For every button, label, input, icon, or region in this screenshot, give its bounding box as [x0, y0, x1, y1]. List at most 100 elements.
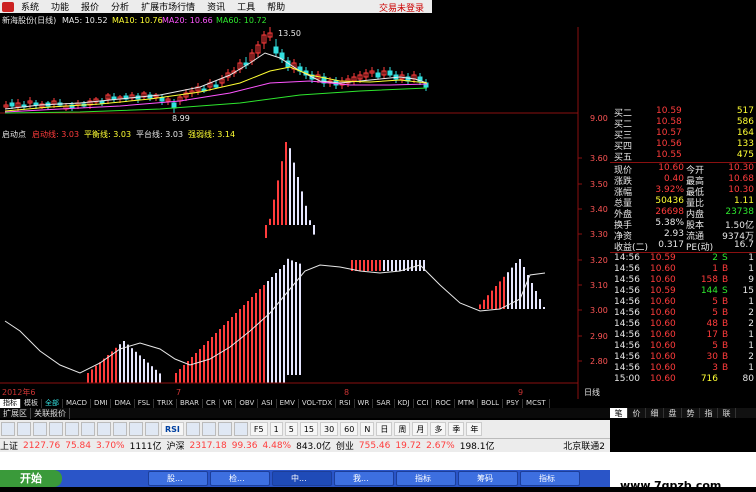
right-tab[interactable]: 笔: [610, 408, 628, 418]
period-button[interactable]: 1: [269, 422, 283, 436]
window-icon[interactable]: [129, 422, 143, 436]
index-change: 99.36: [231, 440, 258, 451]
indicator-tabs: 指标 模板 全部 MACD DMI DMA FSL TRIX BRAR CR VR OBV ASI EMV…: [0, 399, 610, 408]
calc-icon[interactable]: [97, 422, 111, 436]
indicator-tab[interactable]: MCST: [523, 399, 550, 408]
forward-icon[interactable]: [17, 422, 31, 436]
indicator-tab[interactable]: KDJ: [395, 399, 414, 408]
ind-start-val: 启动线: 3.03: [32, 129, 79, 139]
rsi-button[interactable]: RSI: [161, 422, 184, 436]
indicator-tab[interactable]: TRIX: [154, 399, 177, 408]
stat-value: 26698: [655, 207, 684, 217]
period-button[interactable]: 日: [376, 422, 393, 436]
indicator-tab[interactable]: BRAR: [177, 399, 203, 408]
chart-icon[interactable]: [49, 422, 63, 436]
period-button[interactable]: 多: [430, 422, 447, 436]
indicator-tab[interactable]: WR: [355, 399, 374, 408]
indicator-tab[interactable]: CR: [203, 399, 220, 408]
indicator-tab[interactable]: DMA: [111, 399, 135, 408]
index-name[interactable]: 沪深: [167, 439, 185, 452]
tick-row: 14:56 10.60 158 B 9: [610, 275, 756, 286]
indicator-tab[interactable]: BOLL: [478, 399, 504, 408]
report-icon[interactable]: [113, 422, 127, 436]
indicator-tab[interactable]: ROC: [432, 399, 455, 408]
indicator-tab[interactable]: FSL: [135, 399, 154, 408]
chart-area[interactable]: 新海股份(日线) MA5: 10.52 MA10: 10.76 MA20: 10…: [0, 13, 610, 415]
order-book-volume: 133: [736, 139, 754, 149]
indicator-tab[interactable]: MTM: [455, 399, 479, 408]
taskbar-window-button[interactable]: 中...: [272, 471, 332, 486]
taskbar-window-button[interactable]: 股...: [148, 471, 208, 486]
tick-side: S: [722, 286, 728, 296]
indicator-tab[interactable]: SAR: [373, 399, 395, 408]
move-icon[interactable]: [201, 422, 216, 436]
layout-icon[interactable]: [145, 422, 159, 436]
period-button[interactable]: 5: [284, 422, 298, 436]
tab-related-quote[interactable]: 关联报价: [31, 407, 70, 419]
taskbar-window-button[interactable]: 我...: [334, 471, 394, 486]
indicator-tab[interactable]: EMV: [277, 399, 299, 408]
period-button[interactable]: N: [360, 422, 375, 436]
stat-row: 现价 10.60 今开 10.30: [610, 163, 756, 176]
index-name[interactable]: 创业: [336, 439, 354, 452]
tick-volume: 716: [700, 374, 718, 384]
right-tab[interactable]: 细: [646, 408, 664, 418]
period-label[interactable]: 日线: [584, 387, 600, 397]
period-button[interactable]: 15: [299, 422, 318, 436]
stat-value: 2.93: [663, 229, 684, 239]
zoom-icon[interactable]: [185, 422, 200, 436]
stat-value: 10.60: [658, 163, 684, 173]
indicator-tab[interactable]: VOL-TDX: [299, 399, 337, 408]
menu-item-function[interactable]: 功能: [46, 0, 76, 13]
period-button[interactable]: 30: [319, 422, 339, 436]
right-tab[interactable]: 价: [628, 408, 646, 418]
grid-icon[interactable]: [65, 422, 79, 436]
ma5-label: MA5: 10.52: [62, 16, 108, 25]
back-icon[interactable]: [1, 422, 15, 436]
ticker-right[interactable]: 北京联通2: [563, 439, 605, 452]
right-tab[interactable]: 势: [682, 408, 700, 418]
period-button[interactable]: 周: [394, 422, 411, 436]
indicator-tab[interactable]: CCI: [414, 399, 433, 408]
period-button[interactable]: 季: [448, 422, 465, 436]
tick-row: 14:56 10.60 5 B 2: [610, 308, 756, 319]
menu-item-quote[interactable]: 报价: [76, 0, 106, 13]
indicator-tab[interactable]: RSI: [336, 399, 355, 408]
indicator-tab[interactable]: ASI: [258, 399, 277, 408]
menu-item-info[interactable]: 资讯: [202, 0, 232, 13]
search-icon[interactable]: [217, 422, 232, 436]
menu-item-tools[interactable]: 工具: [232, 0, 262, 13]
right-tab[interactable]: 盘: [664, 408, 682, 418]
menu-item-analysis[interactable]: 分析: [106, 0, 136, 13]
period-button[interactable]: 月: [412, 422, 429, 436]
draw-icon[interactable]: [233, 422, 248, 436]
indicator-bars: [87, 142, 545, 383]
stat-row: 外盘 26698 内盘 23738: [610, 207, 756, 220]
tick-side: B: [722, 264, 729, 274]
tab-ext-area[interactable]: 扩展区: [0, 407, 31, 419]
order-book-row: 买三 10.57 164: [610, 128, 756, 141]
stat-row: 涨跌 0.40 最高 10.68: [610, 174, 756, 187]
index-name[interactable]: 上证: [0, 439, 18, 452]
period-button[interactable]: 60: [340, 422, 359, 436]
indicator-tab[interactable]: OBV: [236, 399, 259, 408]
indicator-tab[interactable]: DMI: [91, 399, 112, 408]
tick-side: B: [722, 363, 729, 373]
period-button[interactable]: 年: [466, 422, 483, 436]
indicator-tab[interactable]: VR: [220, 399, 237, 408]
menu-item-system[interactable]: 系统: [16, 0, 46, 13]
right-tab[interactable]: 指: [700, 408, 718, 418]
menu-item-ext-market[interactable]: 扩展市场行情: [136, 0, 202, 13]
taskbar-window-button[interactable]: 筹码: [458, 471, 518, 486]
f5-button[interactable]: F5: [249, 422, 268, 436]
taskbar-window-button[interactable]: 指标: [396, 471, 456, 486]
taskbar-window-button[interactable]: 指标: [520, 471, 580, 486]
start-button[interactable]: 开始: [0, 470, 62, 487]
list-icon[interactable]: [81, 422, 95, 436]
tick-time: 14:56: [614, 253, 640, 263]
right-tab[interactable]: 联: [718, 408, 736, 418]
menu-item-help[interactable]: 帮助: [262, 0, 292, 13]
stock-icon[interactable]: [33, 422, 47, 436]
indicator-tab[interactable]: PSY: [503, 399, 524, 408]
taskbar-window-button[interactable]: 检...: [210, 471, 270, 486]
